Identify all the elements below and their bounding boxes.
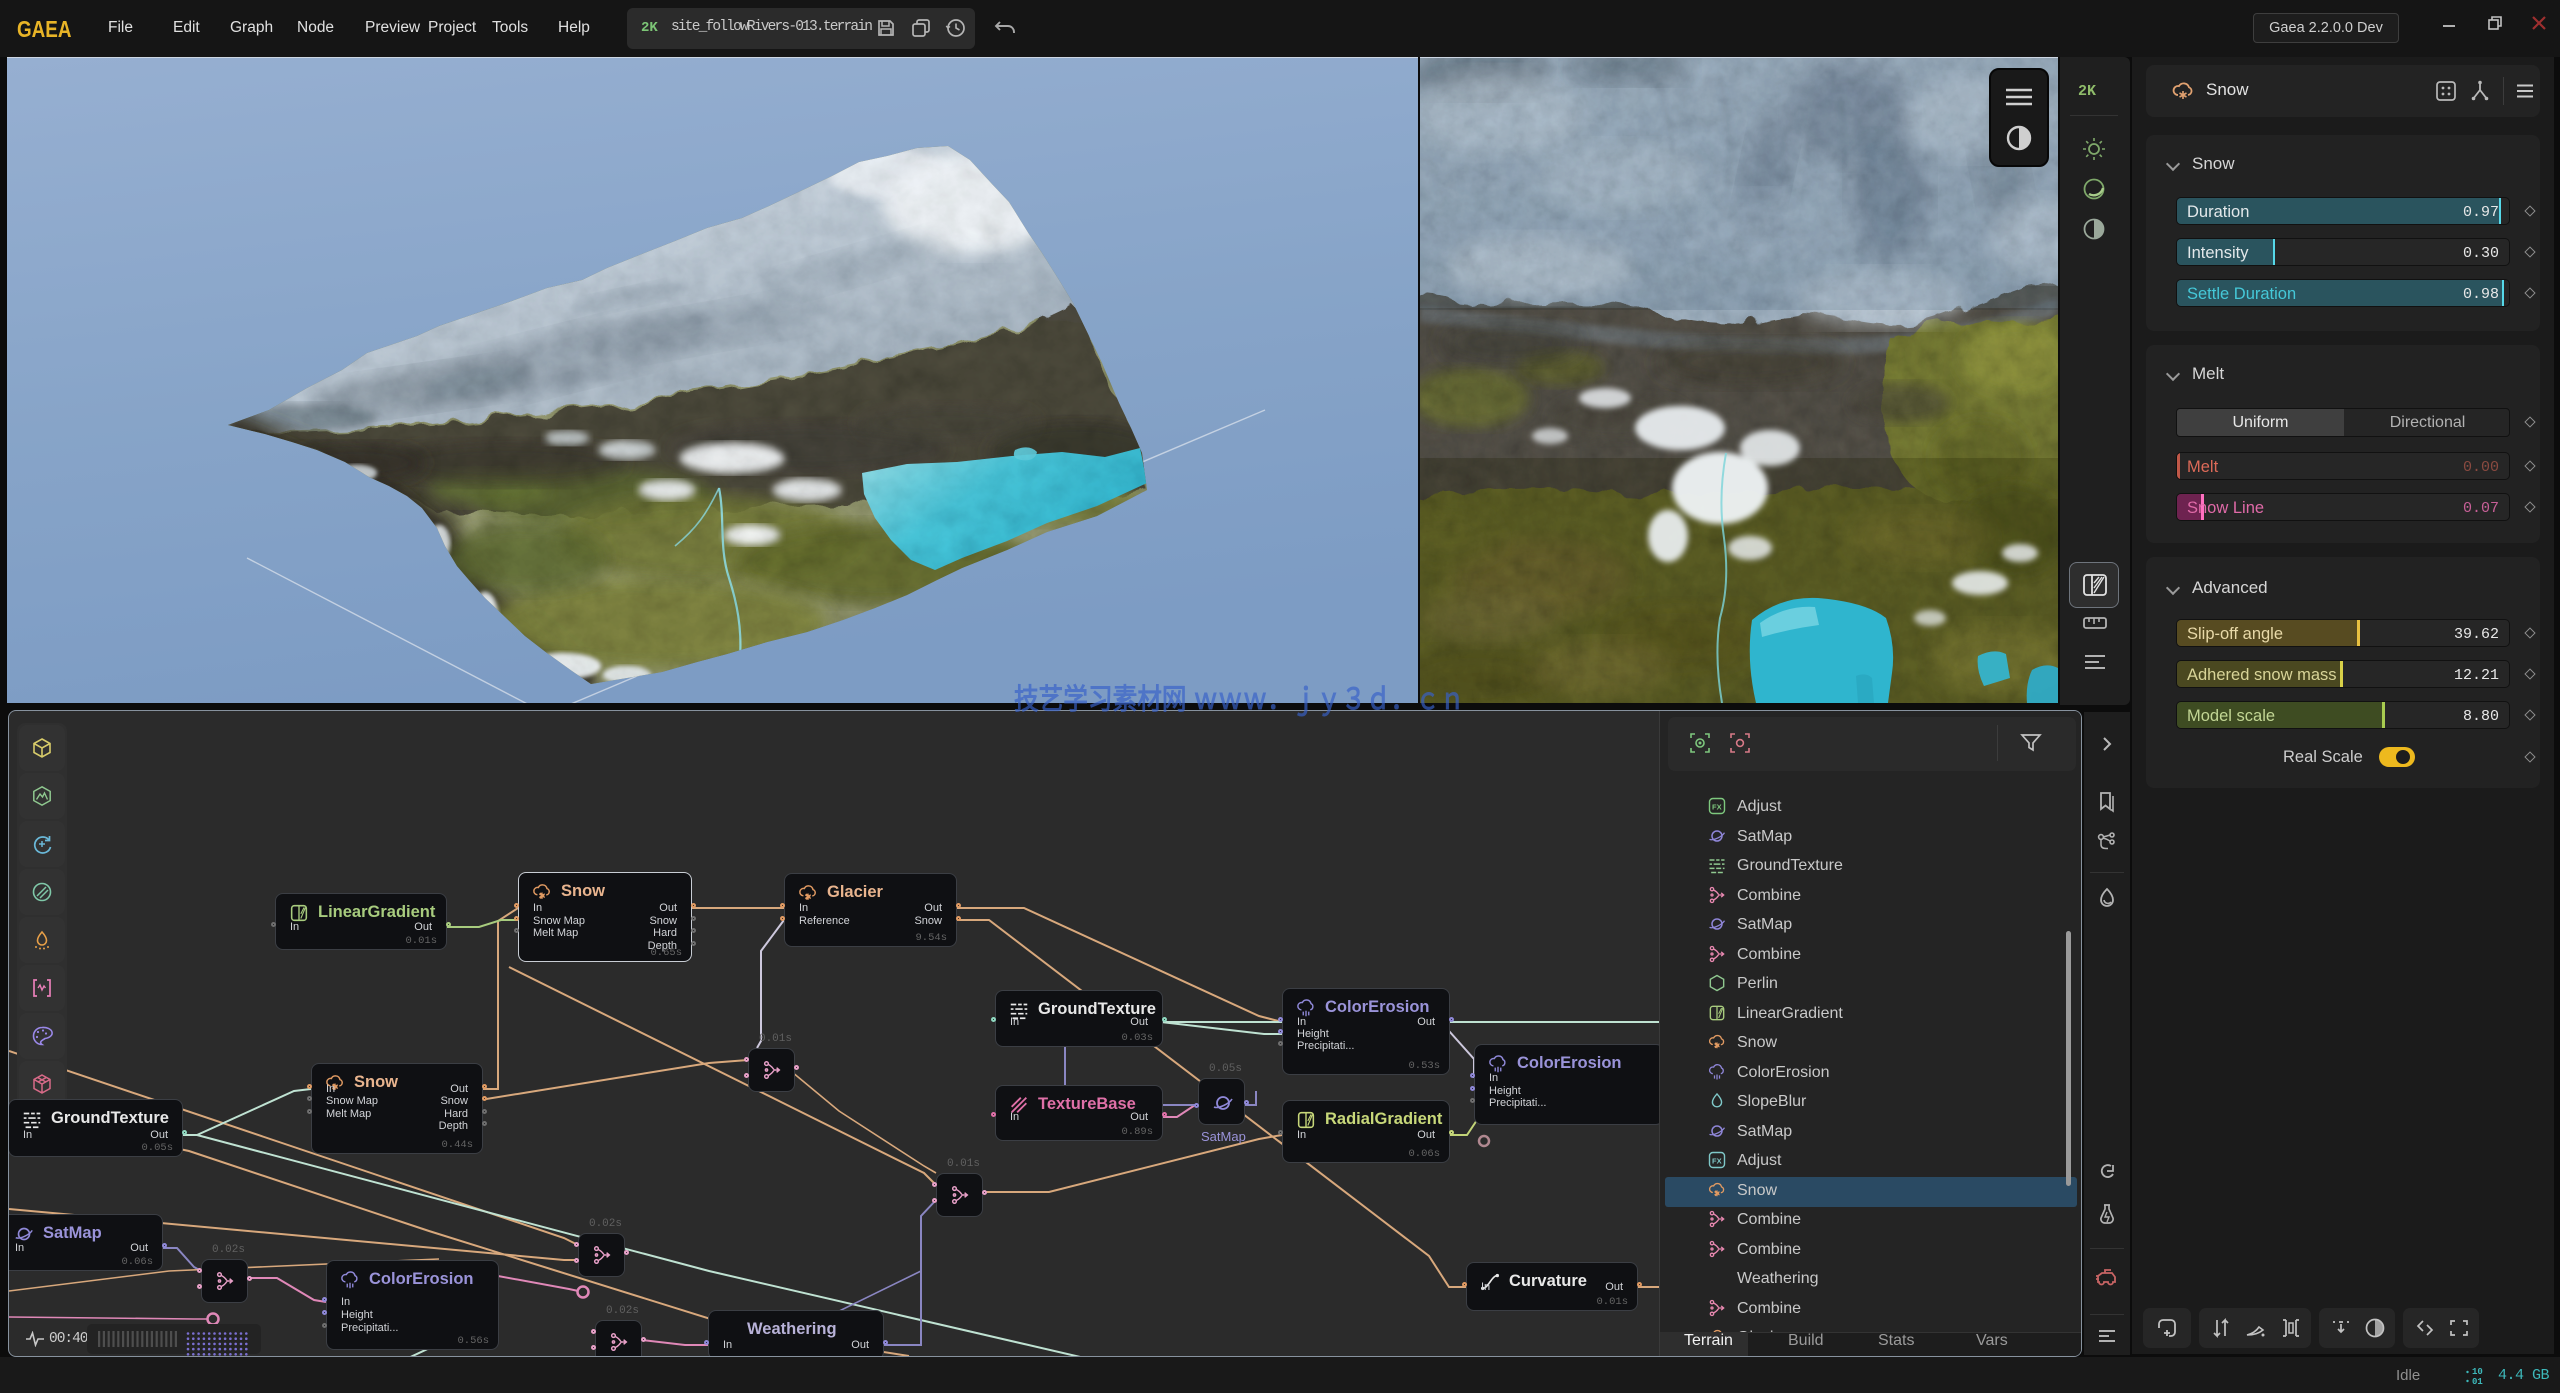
svg-text:FX: FX (1712, 802, 1722, 811)
svg-text:01: 01 (2472, 1377, 2483, 1387)
svg-text:10: 10 (2472, 1367, 2483, 1377)
svg-text:FX: FX (1712, 1156, 1722, 1165)
